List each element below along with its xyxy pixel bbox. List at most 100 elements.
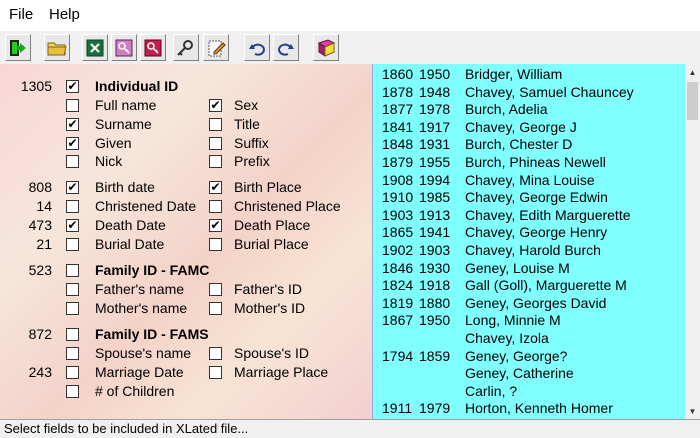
death-date-checkbox[interactable]: ✔ bbox=[66, 219, 79, 232]
individual-name: Chavey, Harold Burch bbox=[465, 242, 601, 258]
arrow-down-icon: ▼ bbox=[688, 406, 697, 416]
key-button[interactable] bbox=[111, 34, 137, 61]
spouses-id-checkbox[interactable] bbox=[209, 347, 222, 360]
individual-born: 1878 bbox=[382, 83, 414, 100]
individual-died: 1985 bbox=[419, 189, 451, 206]
fathers-name-checkbox[interactable] bbox=[66, 283, 79, 296]
title-label: Title bbox=[234, 116, 260, 132]
individual-name: Geney, Catherine bbox=[465, 365, 574, 382]
individual-died: 1978 bbox=[419, 101, 451, 118]
surname-checkbox[interactable]: ✔ bbox=[66, 118, 79, 131]
prefix-checkbox[interactable] bbox=[209, 155, 222, 168]
christened-date-label: Christened Date bbox=[95, 198, 197, 214]
suffix-label: Suffix bbox=[234, 135, 269, 151]
redo-icon bbox=[277, 40, 295, 56]
individual-name: Geney, Louise M bbox=[465, 259, 570, 276]
mothers-id-checkbox[interactable] bbox=[209, 302, 222, 315]
sex-label: Sex bbox=[234, 97, 259, 113]
suffix-checkbox[interactable] bbox=[209, 137, 222, 150]
fams-checkbox[interactable] bbox=[66, 328, 79, 341]
book-button[interactable] bbox=[313, 34, 339, 61]
open-folder-icon bbox=[47, 39, 67, 57]
birth-date-count: 808 bbox=[28, 179, 52, 195]
sex-checkbox[interactable]: ✔ bbox=[209, 99, 222, 112]
marriage-date-checkbox[interactable] bbox=[66, 366, 79, 379]
individual-name: Gall (Goll), Marguerette M bbox=[465, 277, 627, 294]
death-place-checkbox[interactable]: ✔ bbox=[209, 219, 222, 232]
arrow-up-icon: ▲ bbox=[688, 67, 697, 77]
individuals-list[interactable]: 1860 1950 Bridger, William 1878 1948 Chavey, … bbox=[372, 64, 686, 419]
individual-born: 1910 bbox=[382, 189, 414, 206]
field-selection-panel: 1305 ✔ Individual ID Full name ✔ Sex ✔ S… bbox=[0, 64, 372, 419]
individual-died: 1859 bbox=[419, 347, 451, 364]
scroll-down-button[interactable]: ▼ bbox=[685, 403, 700, 419]
individual-name: Bridger, William bbox=[465, 66, 563, 82]
num-children-checkbox[interactable] bbox=[66, 385, 79, 398]
title-checkbox[interactable] bbox=[209, 118, 222, 131]
christened-place-label: Christened Place bbox=[234, 198, 341, 214]
full-name-label: Full name bbox=[95, 97, 157, 113]
marriage-date-count: 243 bbox=[28, 364, 52, 380]
individual-name: Long, Minnie M bbox=[465, 312, 561, 329]
exit-button[interactable] bbox=[5, 34, 31, 61]
christened-date-count: 14 bbox=[36, 198, 52, 214]
fams-count: 872 bbox=[28, 326, 52, 342]
undo-button[interactable] bbox=[244, 34, 270, 61]
undo-icon bbox=[248, 40, 266, 56]
status-text: Select fields to be included in XLated f… bbox=[4, 421, 249, 436]
famc-checkbox[interactable] bbox=[66, 264, 79, 277]
individual-name: Chavey, Mina Louise bbox=[465, 171, 595, 188]
birth-date-label: Birth date bbox=[95, 179, 155, 195]
individual-born: 1819 bbox=[382, 294, 414, 311]
menu-file[interactable]: File bbox=[9, 6, 33, 23]
birth-place-checkbox[interactable]: ✔ bbox=[209, 181, 222, 194]
full-name-checkbox[interactable] bbox=[66, 99, 79, 112]
burial-place-checkbox[interactable] bbox=[209, 238, 222, 251]
spouses-id-label: Spouse's ID bbox=[234, 345, 310, 361]
given-checkbox[interactable]: ✔ bbox=[66, 137, 79, 150]
individual-name: Geney, Georges David bbox=[465, 294, 607, 311]
individual-born: 1911 bbox=[382, 400, 413, 417]
burial-date-checkbox[interactable] bbox=[66, 238, 79, 251]
individual-died: 1913 bbox=[419, 206, 451, 223]
export-spreadsheet-button[interactable] bbox=[82, 34, 108, 61]
book-icon bbox=[316, 38, 336, 58]
scroll-up-button[interactable]: ▲ bbox=[685, 64, 700, 80]
individual-died: 1948 bbox=[419, 83, 451, 100]
individual-id-checkbox[interactable]: ✔ bbox=[66, 80, 79, 93]
individual-died: 1955 bbox=[419, 154, 451, 170]
individual-born: 1903 bbox=[382, 206, 414, 223]
fathers-id-checkbox[interactable] bbox=[209, 283, 222, 296]
nick-label: Nick bbox=[95, 153, 123, 169]
marriage-place-checkbox[interactable] bbox=[209, 366, 222, 379]
mothers-name-checkbox[interactable] bbox=[66, 302, 79, 315]
scroll-thumb[interactable] bbox=[687, 82, 698, 120]
nick-checkbox[interactable] bbox=[66, 155, 79, 168]
birth-place-label: Birth Place bbox=[234, 179, 302, 195]
famc-label: Family ID - FAMC bbox=[95, 262, 210, 278]
individual-name: Chavey, George Henry bbox=[465, 224, 608, 241]
open-button[interactable] bbox=[44, 34, 70, 61]
menu-help[interactable]: Help bbox=[49, 6, 80, 23]
spouses-name-checkbox[interactable] bbox=[66, 347, 79, 360]
notes-button[interactable] bbox=[203, 34, 229, 61]
individual-died: 1930 bbox=[419, 259, 451, 276]
individual-died: 1950 bbox=[419, 312, 451, 329]
individual-born: 1865 bbox=[382, 224, 414, 241]
christened-place-checkbox[interactable] bbox=[209, 200, 222, 213]
key-red-button[interactable] bbox=[140, 34, 166, 61]
find-button[interactable] bbox=[173, 34, 199, 61]
exit-icon bbox=[8, 38, 28, 58]
individual-born: 1867 bbox=[382, 312, 414, 329]
num-children-label: # of Children bbox=[95, 383, 175, 399]
individual-born: 1902 bbox=[382, 242, 414, 258]
key-red-icon bbox=[143, 38, 163, 58]
burial-date-label: Burial Date bbox=[95, 236, 165, 252]
redo-button[interactable] bbox=[273, 34, 299, 61]
christened-date-checkbox[interactable] bbox=[66, 200, 79, 213]
list-scrollbar[interactable]: ▲ ▼ bbox=[685, 64, 700, 419]
individual-born: 1908 bbox=[382, 171, 414, 188]
mothers-name-label: Mother's name bbox=[95, 300, 188, 316]
individual-born: 1794 bbox=[382, 347, 414, 364]
birth-date-checkbox[interactable]: ✔ bbox=[66, 181, 79, 194]
